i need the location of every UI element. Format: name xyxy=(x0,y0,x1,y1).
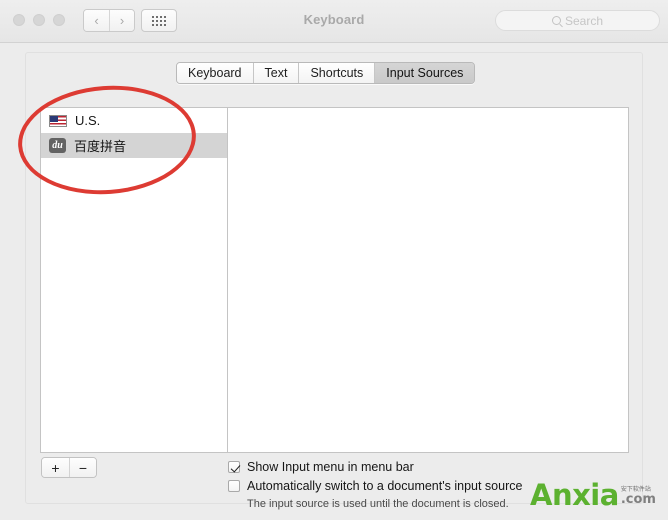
search-input[interactable]: Search xyxy=(495,10,660,31)
tab-input-sources[interactable]: Input Sources xyxy=(375,63,474,83)
keyboard-preferences-window: ‹ › Keyboard Search Keyboard Text Shortc… xyxy=(0,0,668,520)
list-item-label: U.S. xyxy=(75,113,100,128)
remove-input-source-button[interactable]: − xyxy=(69,458,96,477)
search-icon xyxy=(552,16,561,25)
window-titlebar: ‹ › Keyboard Search xyxy=(0,0,668,43)
input-source-detail-panel xyxy=(227,107,629,453)
auto-switch-checkbox[interactable] xyxy=(228,480,240,492)
tab-text[interactable]: Text xyxy=(254,63,300,83)
watermark-tld: .com xyxy=(621,493,656,507)
auto-switch-label: Automatically switch to a document's inp… xyxy=(247,479,522,493)
input-source-list[interactable]: U.S. du 百度拼音 xyxy=(40,107,227,453)
list-item[interactable]: U.S. xyxy=(41,108,227,133)
add-input-source-button[interactable]: + xyxy=(42,458,69,477)
list-item-label: 百度拼音 xyxy=(74,136,126,155)
add-remove-buttons: + − xyxy=(41,457,97,478)
search-placeholder: Search xyxy=(565,14,603,28)
watermark-suffix: 安下软件站 .com xyxy=(621,487,656,509)
baidu-pinyin-icon: du xyxy=(49,138,66,153)
list-item[interactable]: du 百度拼音 xyxy=(41,133,227,158)
us-flag-icon xyxy=(49,115,67,127)
tab-shortcuts[interactable]: Shortcuts xyxy=(299,63,375,83)
tab-keyboard[interactable]: Keyboard xyxy=(177,63,254,83)
show-input-menu-option[interactable]: Show Input menu in menu bar xyxy=(228,460,628,474)
show-input-menu-checkbox[interactable] xyxy=(228,461,240,473)
watermark: Anxia 安下软件站 .com xyxy=(530,482,656,510)
watermark-brand: Anxia xyxy=(530,482,619,510)
preference-tab-bar: Keyboard Text Shortcuts Input Sources xyxy=(176,62,475,84)
show-input-menu-label: Show Input menu in menu bar xyxy=(247,460,414,474)
